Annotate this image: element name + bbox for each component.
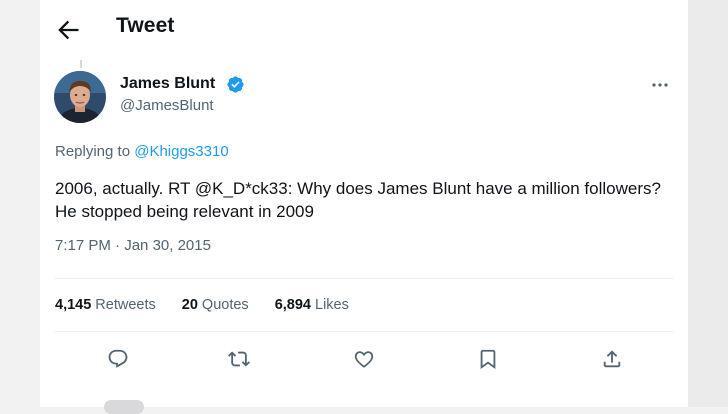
- share-icon: [603, 350, 621, 368]
- back-button[interactable]: [54, 16, 82, 44]
- bookmark-button[interactable]: [477, 348, 499, 370]
- avatar[interactable]: [54, 71, 106, 123]
- tweet-timestamp: 7:17 PM · Jan 30, 2015: [55, 237, 211, 254]
- like-icon: [354, 351, 374, 368]
- retweets-stat[interactable]: 4,145 Retweets: [55, 297, 156, 313]
- page-title: Tweet: [116, 14, 175, 37]
- verified-badge-icon: [227, 76, 244, 93]
- arrow-left-icon: [58, 20, 79, 40]
- quotes-label: Quotes: [201, 297, 249, 313]
- tweet-text: 2006, actually. RT @K_D*ck33: Why does J…: [55, 179, 661, 221]
- quotes-count: 20: [181, 297, 198, 313]
- more-horizontal-icon: [652, 83, 668, 87]
- author-handle[interactable]: @JamesBlunt: [120, 97, 214, 114]
- retweets-label: Retweets: [95, 297, 156, 313]
- divider: [54, 331, 674, 332]
- meta-separator: ·: [115, 237, 121, 254]
- quotes-stat[interactable]: 20 Quotes: [182, 297, 249, 313]
- tweet-detail-card: Tweet James Blunt @JamesBlunt Replying t…: [40, 0, 688, 414]
- page-background-edge: [688, 0, 728, 407]
- replying-to-line: Replying to @Khiggs3310: [55, 143, 229, 160]
- more-options-button[interactable]: [650, 77, 670, 93]
- like-button[interactable]: [353, 348, 375, 370]
- next-item-edge: [104, 400, 144, 414]
- tweet-time[interactable]: 7:17 PM: [55, 237, 111, 254]
- likes-count: 6,894: [274, 297, 311, 313]
- replying-to-label: Replying to: [55, 143, 131, 160]
- share-button[interactable]: [601, 348, 623, 370]
- likes-stat[interactable]: 6,894 Likes: [275, 297, 349, 313]
- tweet-stats: 4,145 Retweets 20 Quotes 6,894 Likes: [55, 297, 371, 313]
- retweet-button[interactable]: [228, 348, 250, 370]
- retweet-icon: [228, 351, 250, 367]
- likes-label: Likes: [315, 297, 349, 313]
- reply-button[interactable]: [107, 348, 129, 370]
- bookmark-icon: [480, 349, 496, 370]
- retweets-count: 4,145: [55, 297, 92, 313]
- divider: [54, 278, 674, 279]
- reply-icon: [108, 349, 128, 368]
- tweet-date[interactable]: Jan 30, 2015: [124, 237, 211, 254]
- replying-to-link[interactable]: @Khiggs3310: [134, 143, 228, 160]
- thread-connector: [80, 60, 82, 68]
- author-display-name[interactable]: James Blunt: [120, 75, 215, 93]
